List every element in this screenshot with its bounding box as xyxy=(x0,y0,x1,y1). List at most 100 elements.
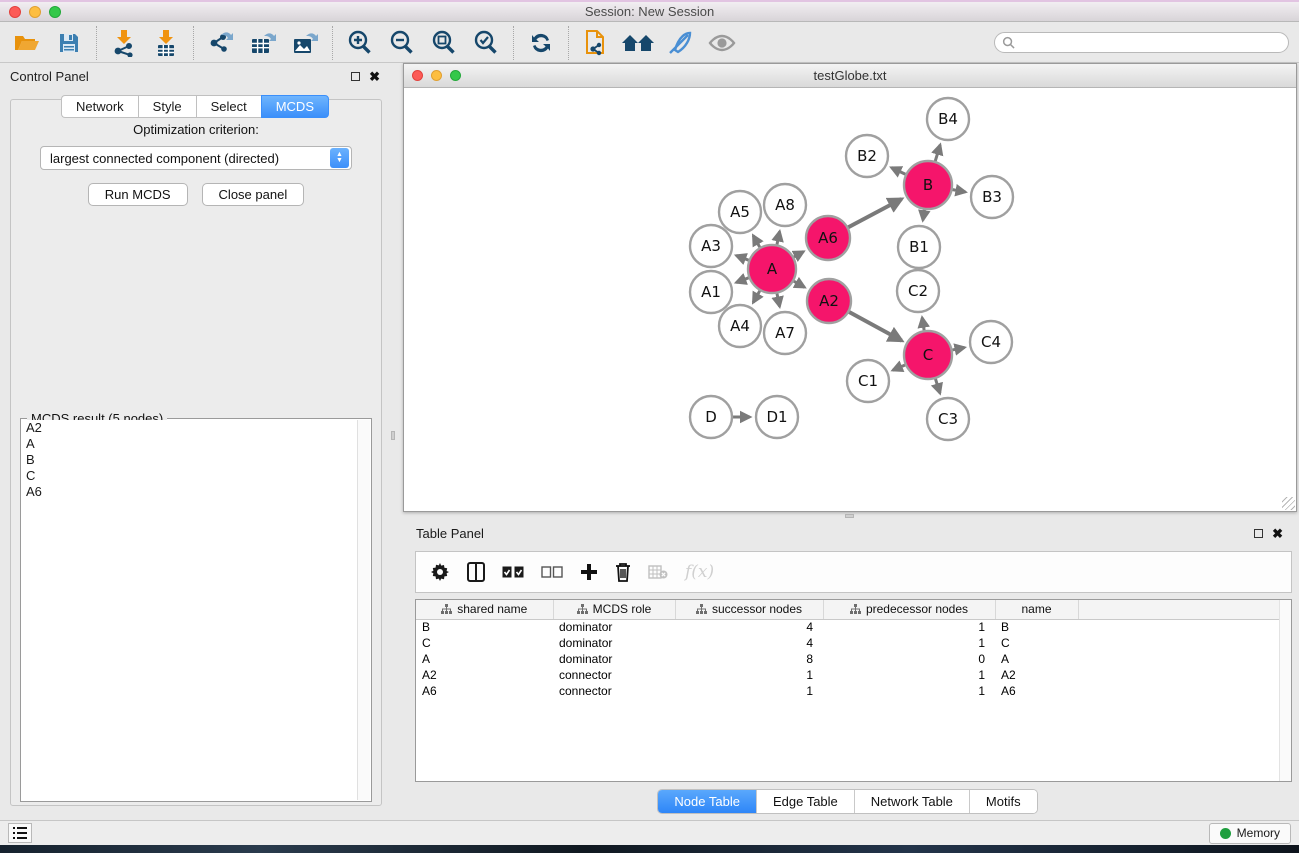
zoom-fit-icon[interactable] xyxy=(427,27,461,59)
graph-node-A1[interactable]: A1 xyxy=(690,271,732,313)
close-panel-button[interactable]: Close panel xyxy=(202,183,305,206)
table-cell[interactable]: 4 xyxy=(675,619,823,635)
graph-node-B1[interactable]: B1 xyxy=(898,226,940,268)
import-network-icon[interactable] xyxy=(107,27,141,59)
table-cell[interactable]: connector xyxy=(553,683,675,699)
result-item[interactable]: C xyxy=(22,468,357,484)
graph-node-A3[interactable]: A3 xyxy=(690,225,732,267)
edge-C-C4[interactable] xyxy=(952,347,964,349)
tab-node-table[interactable]: Node Table xyxy=(658,790,757,813)
graph-node-C3[interactable]: C3 xyxy=(927,398,969,440)
graph-node-D[interactable]: D xyxy=(690,396,732,438)
edge-A-A2[interactable] xyxy=(794,281,805,287)
trash-icon[interactable] xyxy=(615,562,631,582)
edge-A6-B[interactable] xyxy=(848,199,901,227)
criterion-select[interactable]: largest connected component (directed) ▲… xyxy=(40,146,352,170)
tab-mcds[interactable]: MCDS xyxy=(261,95,329,118)
table-cell[interactable]: A6 xyxy=(995,683,1078,699)
close-panel-icon[interactable]: ✖ xyxy=(369,72,380,81)
edge-C-C2[interactable] xyxy=(922,318,924,331)
graph-node-A4[interactable]: A4 xyxy=(719,305,761,347)
table-cell[interactable]: A2 xyxy=(995,667,1078,683)
table-row[interactable]: A6connector11A6 xyxy=(416,683,1291,699)
edge-A-A6[interactable] xyxy=(794,252,804,257)
table-row[interactable]: A2connector11A2 xyxy=(416,667,1291,683)
search-input[interactable] xyxy=(994,32,1289,53)
graph-node-A8[interactable]: A8 xyxy=(764,184,806,226)
table-cell[interactable]: dominator xyxy=(553,635,675,651)
edge-A-A4[interactable] xyxy=(753,291,760,303)
edge-A-A7[interactable] xyxy=(777,293,780,306)
column-header-shared-name[interactable]: shared name xyxy=(416,600,553,619)
table-cell[interactable]: C xyxy=(416,635,553,651)
export-image-icon[interactable] xyxy=(288,27,322,59)
delete-table-icon[interactable] xyxy=(648,565,668,579)
table-cell[interactable]: 0 xyxy=(823,651,995,667)
edge-A-A5[interactable] xyxy=(753,236,760,248)
result-item[interactable]: A xyxy=(22,436,357,452)
graph-node-A[interactable]: A xyxy=(748,245,796,293)
column-header-predecessor-nodes[interactable]: predecessor nodes xyxy=(823,600,995,619)
style-brush-icon[interactable] xyxy=(663,27,697,59)
tab-network-table[interactable]: Network Table xyxy=(855,790,970,813)
tab-edge-table[interactable]: Edge Table xyxy=(757,790,855,813)
home-icon[interactable] xyxy=(621,27,655,59)
edge-B-B4[interactable] xyxy=(935,145,940,161)
float-panel-icon[interactable] xyxy=(351,72,360,81)
tab-select[interactable]: Select xyxy=(196,95,261,118)
graph-node-A2[interactable]: A2 xyxy=(807,279,851,323)
table-row[interactable]: Cdominator41C xyxy=(416,635,1291,651)
network-window-titlebar[interactable]: testGlobe.txt xyxy=(404,64,1296,88)
result-item[interactable]: A2 xyxy=(22,420,357,436)
edge-A2-C[interactable] xyxy=(849,312,901,341)
edge-C-C3[interactable] xyxy=(935,379,939,393)
table-cell[interactable]: A xyxy=(995,651,1078,667)
graph-node-B[interactable]: B xyxy=(904,161,952,209)
graph-node-B3[interactable]: B3 xyxy=(971,176,1013,218)
refresh-layout-icon[interactable] xyxy=(524,27,558,59)
zoom-selected-icon[interactable] xyxy=(469,27,503,59)
table-cell[interactable]: 1 xyxy=(675,683,823,699)
table-cell[interactable]: 1 xyxy=(823,635,995,651)
table-cell[interactable]: 1 xyxy=(823,683,995,699)
network-canvas[interactable]: B4B2BB3A8A5A6A3B1AC2A1A2A4A7C4CC1C3DD1 xyxy=(404,88,1296,511)
memory-button[interactable]: Memory xyxy=(1209,823,1291,844)
table-cell[interactable]: B xyxy=(995,619,1078,635)
node-table[interactable]: shared nameMCDS rolesuccessor nodesprede… xyxy=(415,599,1292,782)
select-all-icon[interactable] xyxy=(502,566,524,578)
import-table-icon[interactable] xyxy=(149,27,183,59)
task-history-icon[interactable] xyxy=(8,823,32,843)
graph-node-C[interactable]: C xyxy=(904,331,952,379)
edge-B-B3[interactable] xyxy=(953,190,966,192)
column-header-MCDS-role[interactable]: MCDS role xyxy=(553,600,675,619)
table-cell[interactable]: A xyxy=(416,651,553,667)
run-mcds-button[interactable]: Run MCDS xyxy=(88,183,188,206)
open-folder-icon[interactable] xyxy=(10,27,44,59)
column-header-successor-nodes[interactable]: successor nodes xyxy=(675,600,823,619)
table-cell[interactable]: dominator xyxy=(553,651,675,667)
horizontal-splitter[interactable] xyxy=(396,513,1299,520)
eye-icon[interactable] xyxy=(705,27,739,59)
zoom-in-icon[interactable] xyxy=(343,27,377,59)
table-row[interactable]: Adominator80A xyxy=(416,651,1291,667)
add-icon[interactable] xyxy=(580,563,598,581)
graph-node-D1[interactable]: D1 xyxy=(756,396,798,438)
table-cell[interactable]: C xyxy=(995,635,1078,651)
graph-node-C2[interactable]: C2 xyxy=(897,270,939,312)
graph-node-B2[interactable]: B2 xyxy=(846,135,888,177)
table-cell[interactable]: connector xyxy=(553,667,675,683)
column-header-name[interactable]: name xyxy=(995,600,1078,619)
resize-grip[interactable] xyxy=(1282,497,1295,510)
result-item[interactable]: B xyxy=(22,452,357,468)
result-item[interactable]: A6 xyxy=(22,484,357,500)
table-cell[interactable]: B xyxy=(416,619,553,635)
graph-node-C4[interactable]: C4 xyxy=(970,321,1012,363)
export-table-icon[interactable] xyxy=(246,27,280,59)
graph-node-A5[interactable]: A5 xyxy=(719,191,761,233)
edge-A-A3[interactable] xyxy=(736,256,748,261)
close-table-panel-icon[interactable]: ✖ xyxy=(1272,529,1283,538)
edge-A-A8[interactable] xyxy=(777,231,780,244)
network-file-icon[interactable] xyxy=(579,27,613,59)
table-row[interactable]: Bdominator41B xyxy=(416,619,1291,635)
zoom-out-icon[interactable] xyxy=(385,27,419,59)
